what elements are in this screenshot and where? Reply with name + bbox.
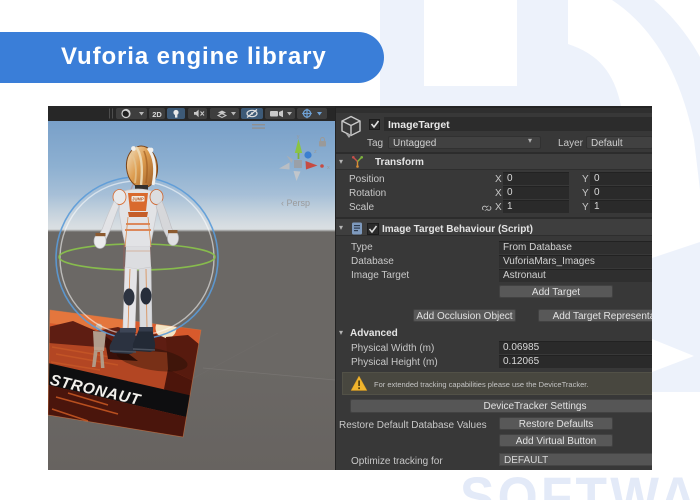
svg-text:z: z — [314, 149, 317, 155]
svg-text:JUMP: JUMP — [132, 197, 144, 202]
svg-text:x: x — [327, 165, 330, 171]
svg-text:SOFTWA: SOFTWA — [460, 466, 696, 500]
svg-text:y: y — [297, 134, 300, 140]
svg-text:2D: 2D — [152, 110, 162, 119]
svg-text:‹ Persp: ‹ Persp — [281, 198, 310, 208]
